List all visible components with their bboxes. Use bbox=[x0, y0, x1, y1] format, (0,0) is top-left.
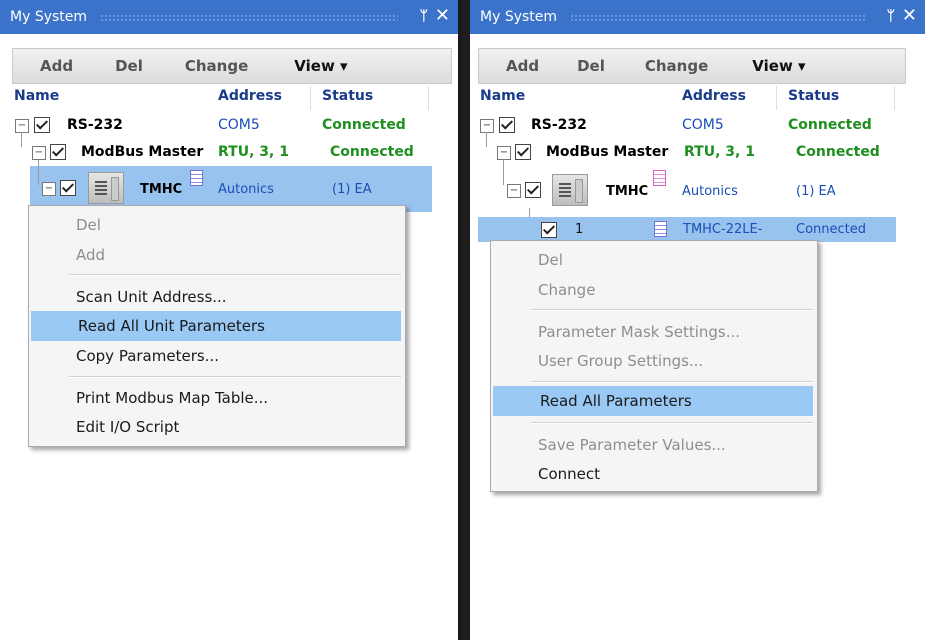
menu-separator bbox=[531, 422, 813, 424]
tree-item-label: RS-232 bbox=[67, 117, 123, 133]
menu-item-copy-parameters[interactable]: Copy Parameters... bbox=[29, 341, 405, 371]
column-divider[interactable] bbox=[310, 86, 311, 110]
add-button[interactable]: Add bbox=[40, 57, 73, 75]
checkbox-icon[interactable] bbox=[541, 222, 557, 238]
pin-icon[interactable]: ᛘ bbox=[887, 8, 895, 24]
panel-titlebar: My System ᛘ ✕ bbox=[470, 0, 925, 34]
tree-item-address: Autonics bbox=[682, 184, 738, 199]
menu-item-read-all-unit-parameters[interactable]: Read All Unit Parameters bbox=[31, 311, 401, 341]
del-button[interactable]: Del bbox=[577, 57, 605, 75]
menu-item-print-modbus-map-table[interactable]: Print Modbus Map Table... bbox=[29, 383, 405, 413]
tree-item-address: RTU, 3, 1 bbox=[684, 144, 755, 160]
document-icon bbox=[654, 221, 667, 237]
titlebar-grip[interactable] bbox=[100, 14, 398, 22]
tree-item-address: COM5 bbox=[682, 117, 724, 133]
view-dropdown[interactable]: View ▾ bbox=[752, 57, 805, 75]
checkbox-icon[interactable] bbox=[60, 180, 76, 196]
column-header-status[interactable]: Status bbox=[322, 88, 373, 104]
menu-item-del[interactable]: Del bbox=[29, 210, 405, 240]
context-menu: Del Change Parameter Mask Settings... Us… bbox=[490, 240, 818, 492]
tree-line bbox=[486, 132, 487, 147]
tree-line bbox=[503, 160, 504, 185]
collapse-box-icon[interactable]: − bbox=[507, 184, 521, 198]
collapse-box-icon[interactable]: − bbox=[15, 119, 29, 133]
checkbox-icon[interactable] bbox=[515, 144, 531, 160]
tree-item-status: Connected bbox=[796, 222, 867, 237]
tree-item-label: TMHC bbox=[140, 182, 183, 197]
checkbox-icon[interactable] bbox=[34, 117, 50, 133]
document-icon bbox=[190, 170, 203, 186]
menu-item-parameter-mask-settings[interactable]: Parameter Mask Settings... bbox=[491, 317, 817, 347]
column-header-address[interactable]: Address bbox=[682, 88, 746, 104]
column-header-status[interactable]: Status bbox=[788, 88, 839, 104]
document-icon bbox=[653, 170, 666, 186]
del-button[interactable]: Del bbox=[115, 57, 143, 75]
tree-item-status: (1) EA bbox=[332, 182, 372, 197]
change-button[interactable]: Change bbox=[645, 57, 708, 75]
right-panel: My System ᛘ ✕ Add Del Change View ▾ Name… bbox=[470, 0, 925, 640]
change-button[interactable]: Change bbox=[185, 57, 248, 75]
tree-item-label: 1 bbox=[575, 222, 584, 237]
column-header-address[interactable]: Address bbox=[218, 88, 282, 104]
panel-title: My System bbox=[480, 9, 558, 25]
checkbox-icon[interactable] bbox=[499, 117, 515, 133]
device-icon bbox=[552, 174, 588, 206]
menu-separator bbox=[69, 274, 401, 276]
left-panel: My System ᛘ ✕ Add Del Change View ▾ Name… bbox=[0, 0, 462, 640]
column-header-name[interactable]: Name bbox=[14, 88, 59, 104]
pin-icon[interactable]: ᛘ bbox=[420, 8, 428, 24]
toolbar: Add Del Change View ▾ bbox=[478, 48, 906, 84]
column-header-name[interactable]: Name bbox=[480, 88, 525, 104]
column-divider[interactable] bbox=[776, 86, 777, 110]
tree-item-address: COM5 bbox=[218, 117, 260, 133]
menu-item-user-group-settings[interactable]: User Group Settings... bbox=[491, 346, 817, 376]
tree-item-address: Autonics bbox=[218, 182, 274, 197]
tree-line bbox=[21, 132, 22, 147]
tree-item-label: RS-232 bbox=[531, 117, 587, 133]
tree-item-address: RTU, 3, 1 bbox=[218, 144, 289, 160]
collapse-box-icon[interactable]: − bbox=[497, 146, 511, 160]
checkbox-icon[interactable] bbox=[525, 182, 541, 198]
close-icon[interactable]: ✕ bbox=[902, 5, 917, 26]
menu-item-scan-unit-address[interactable]: Scan Unit Address... bbox=[29, 282, 405, 312]
view-dropdown[interactable]: View ▾ bbox=[294, 57, 347, 75]
panel-titlebar: My System ᛘ ✕ bbox=[0, 0, 458, 34]
menu-item-add[interactable]: Add bbox=[29, 240, 405, 270]
column-divider[interactable] bbox=[894, 86, 895, 110]
menu-item-edit-io-script[interactable]: Edit I/O Script bbox=[29, 412, 405, 442]
titlebar-grip[interactable] bbox=[570, 14, 865, 22]
tree-item-status: Connected bbox=[796, 144, 880, 160]
tree-item-status: Connected bbox=[330, 144, 414, 160]
column-divider[interactable] bbox=[428, 86, 429, 110]
add-button[interactable]: Add bbox=[506, 57, 539, 75]
panel-title: My System bbox=[10, 9, 88, 25]
collapse-box-icon[interactable]: − bbox=[32, 146, 46, 160]
menu-item-save-parameter-values[interactable]: Save Parameter Values... bbox=[491, 430, 817, 460]
toolbar: Add Del Change View ▾ bbox=[12, 48, 452, 84]
menu-item-read-all-parameters[interactable]: Read All Parameters bbox=[493, 386, 813, 416]
checkbox-icon[interactable] bbox=[50, 144, 66, 160]
tree-item-label: TMHC bbox=[606, 184, 649, 199]
menu-separator bbox=[531, 309, 813, 311]
close-icon[interactable]: ✕ bbox=[435, 5, 450, 26]
context-menu: Del Add Scan Unit Address... Read All Un… bbox=[28, 205, 406, 447]
tree-line bbox=[38, 160, 39, 185]
tree-item-status: (1) EA bbox=[796, 184, 836, 199]
device-icon bbox=[88, 172, 124, 204]
tree-item-status: Connected bbox=[322, 117, 406, 133]
menu-item-del[interactable]: Del bbox=[491, 245, 817, 275]
collapse-box-icon[interactable]: − bbox=[42, 182, 56, 196]
tree-item-address: TMHC-22LE- bbox=[683, 222, 763, 237]
menu-separator bbox=[531, 381, 813, 383]
menu-item-connect[interactable]: Connect bbox=[491, 459, 817, 489]
tree-item-status: Connected bbox=[788, 117, 872, 133]
tree-item-label: ModBus Master bbox=[81, 144, 204, 160]
menu-separator bbox=[69, 376, 401, 378]
collapse-box-icon[interactable]: − bbox=[480, 119, 494, 133]
tree-item-label: ModBus Master bbox=[546, 144, 669, 160]
menu-item-change[interactable]: Change bbox=[491, 275, 817, 305]
